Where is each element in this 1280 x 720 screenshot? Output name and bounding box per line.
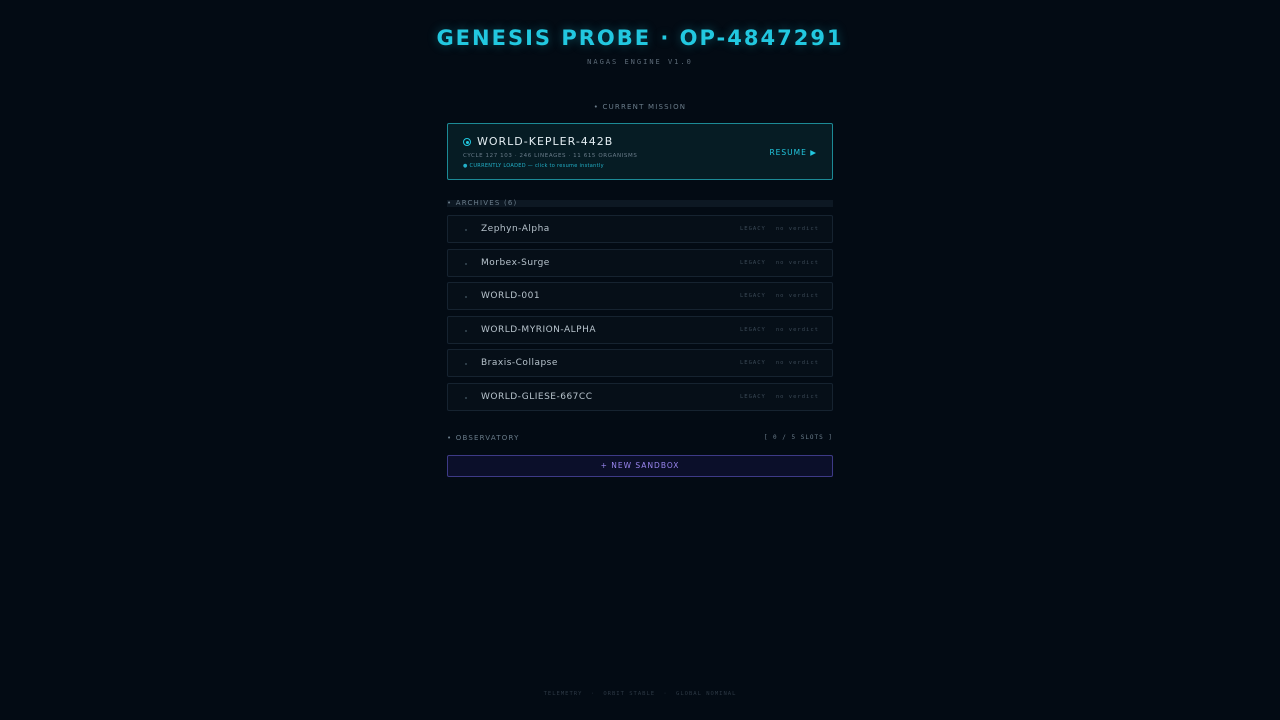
slots-counter: [ 0 / 5 SLOTS ]	[763, 434, 833, 441]
archive-item[interactable]: WORLD-001 LEGACY no verdict	[447, 282, 833, 311]
new-sandbox-button[interactable]: + NEW SANDBOX	[447, 455, 833, 477]
mission-loaded-note: ● CURRENTLY LOADED — click to resume ins…	[463, 163, 604, 169]
archive-item[interactable]: Zephyn-Alpha LEGACY no verdict	[447, 215, 833, 243]
mission-name: WORLD-KEPLER-442B	[477, 135, 614, 148]
verdict-text: no verdict	[775, 360, 819, 367]
footer-link-orbit[interactable]: ORBIT STABLE	[603, 691, 655, 697]
current-mission-label: • CURRENT MISSION	[593, 103, 687, 111]
archive-item-status: LEGACY no verdict	[740, 327, 819, 333]
verdict-text: no verdict	[775, 293, 819, 300]
archives-label: • ARCHIVES (6)	[447, 199, 518, 207]
archive-item-name: WORLD-GLIESE-667CC	[481, 391, 593, 402]
archive-item-status: LEGACY no verdict	[740, 226, 819, 232]
archive-item-name: WORLD-MYRION-ALPHA	[481, 324, 596, 335]
page-title: GENESIS PROBE · OP-4847291	[436, 26, 844, 50]
legacy-tag: LEGACY	[740, 293, 766, 300]
archives-header: • ARCHIVES (6)	[447, 199, 833, 207]
archive-item-status: LEGACY no verdict	[740, 360, 819, 366]
current-mission-card[interactable]: WORLD-KEPLER-442B CYCLE 127 103 · 246 LI…	[447, 123, 833, 180]
active-indicator-icon	[463, 138, 471, 146]
verdict-text: no verdict	[775, 326, 819, 333]
archive-item-name: Zephyn-Alpha	[481, 224, 550, 234]
archive-item-status: LEGACY no verdict	[740, 293, 819, 299]
page: GENESIS PROBE · OP-4847291 NAGAS ENGINE …	[0, 0, 1280, 720]
archive-item-name: Morbex-Surge	[481, 257, 550, 268]
archive-item-name: WORLD-001	[481, 291, 541, 302]
bullet-icon	[465, 262, 467, 265]
archive-item[interactable]: WORLD-GLIESE-667CC LEGACY no verdict	[447, 382, 833, 411]
archive-item[interactable]: WORLD-MYRION-ALPHA LEGACY no verdict	[447, 315, 833, 344]
verdict-text: no verdict	[775, 226, 819, 232]
legacy-tag: LEGACY	[740, 226, 766, 232]
footer-link-global[interactable]: GLOBAL NOMINAL	[676, 691, 736, 697]
archive-item-status: LEGACY no verdict	[740, 260, 819, 266]
archive-item[interactable]: Morbex-Surge LEGACY no verdict	[447, 248, 833, 277]
archive-item-status: LEGACY no verdict	[740, 394, 819, 400]
mission-stats: CYCLE 127 103 · 246 LINEAGES · 11 615 OR…	[463, 153, 638, 159]
legacy-tag: LEGACY	[740, 393, 766, 400]
footer: TELEMETRY · ORBIT STABLE · GLOBAL NOMINA…	[0, 691, 1280, 697]
archive-item[interactable]: Braxis-Collapse LEGACY no verdict	[447, 349, 833, 378]
footer-link-telemetry[interactable]: TELEMETRY	[544, 691, 583, 697]
legacy-tag: LEGACY	[740, 326, 766, 333]
archive-list: Zephyn-Alpha LEGACY no verdict Morbex-Sur…	[447, 215, 833, 417]
verdict-text: no verdict	[775, 393, 819, 400]
bullet-icon	[465, 396, 467, 399]
footer-separator: ·	[590, 691, 596, 697]
observatory-label: • OBSERVATORY	[447, 434, 520, 442]
bullet-icon	[465, 363, 467, 366]
archive-item-name: Braxis-Collapse	[481, 358, 558, 369]
bullet-icon	[465, 296, 467, 299]
bullet-icon	[465, 229, 467, 231]
resume-button[interactable]: RESUME ▶	[769, 148, 817, 157]
engine-version: NAGAS ENGINE V1.0	[587, 58, 693, 66]
legacy-tag: LEGACY	[740, 360, 766, 367]
footer-separator: ·	[663, 691, 668, 697]
legacy-tag: LEGACY	[740, 259, 766, 266]
verdict-text: no verdict	[775, 259, 819, 266]
bullet-icon	[465, 329, 467, 332]
